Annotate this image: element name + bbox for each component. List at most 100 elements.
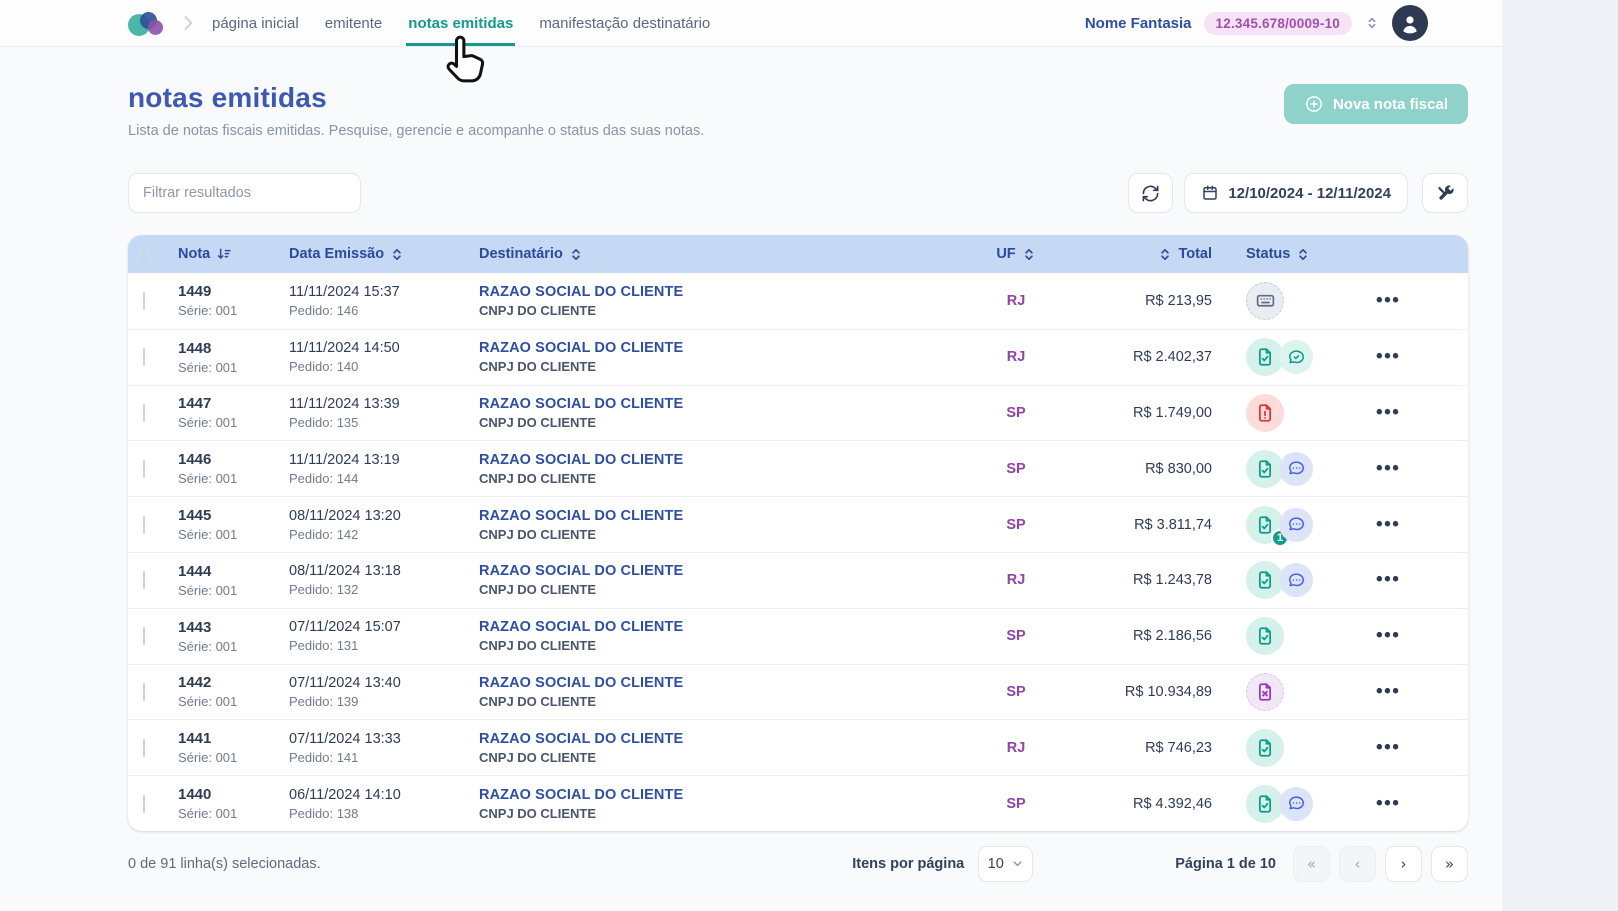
column-header-nota[interactable]: Nota bbox=[178, 246, 289, 262]
next-page-button[interactable]: › bbox=[1385, 845, 1422, 882]
invoice-series: Série: 001 bbox=[178, 527, 238, 543]
row-checkbox[interactable] bbox=[143, 515, 145, 534]
row-actions-button[interactable]: ••• bbox=[1360, 738, 1468, 757]
nav-item-emitente[interactable]: emitente bbox=[325, 2, 383, 45]
row-actions-button[interactable]: ••• bbox=[1360, 626, 1468, 645]
uf-state: RJ bbox=[1006, 349, 1026, 366]
company-switcher-icon[interactable] bbox=[1364, 15, 1380, 31]
row-checkbox[interactable] bbox=[143, 291, 145, 310]
uf-state: SP bbox=[1006, 460, 1026, 477]
chevron-down-icon bbox=[1013, 861, 1022, 867]
refresh-button[interactable] bbox=[1128, 173, 1174, 213]
row-checkbox[interactable] bbox=[143, 627, 145, 646]
row-actions-button[interactable]: ••• bbox=[1360, 515, 1468, 534]
column-header-status[interactable]: Status bbox=[1232, 246, 1360, 262]
issue-datetime: 11/11/2024 14:50 bbox=[289, 340, 400, 357]
column-header-uf[interactable]: UF bbox=[960, 246, 1072, 262]
issue-datetime: 07/11/2024 15:07 bbox=[289, 619, 401, 636]
table-row: 1442 Série: 001 07/11/2024 13:40 Pedido:… bbox=[128, 663, 1468, 720]
row-actions-button[interactable]: ••• bbox=[1360, 291, 1468, 310]
row-checkbox[interactable] bbox=[143, 794, 145, 813]
recipient-name[interactable]: RAZAO SOCIAL DO CLIENTE bbox=[479, 396, 960, 412]
date-range-button[interactable]: 12/10/2024 - 12/11/2024 bbox=[1184, 173, 1408, 213]
table-footer: 0 de 91 linha(s) selecionadas. Itens por… bbox=[128, 844, 1468, 884]
row-actions-button[interactable]: ••• bbox=[1360, 459, 1468, 478]
row-checkbox[interactable] bbox=[143, 571, 145, 590]
row-checkbox[interactable] bbox=[143, 459, 145, 478]
total-amount: R$ 746,23 bbox=[1145, 739, 1212, 756]
recipient-name[interactable]: RAZAO SOCIAL DO CLIENTE bbox=[479, 731, 960, 747]
select-all-checkbox[interactable] bbox=[143, 245, 145, 263]
row-checkbox[interactable] bbox=[143, 403, 145, 422]
status-icons bbox=[1232, 672, 1360, 711]
doc-x-icon[interactable] bbox=[1246, 672, 1284, 711]
recipient-name[interactable]: RAZAO SOCIAL DO CLIENTE bbox=[479, 675, 960, 691]
keyboard-icon[interactable] bbox=[1246, 281, 1284, 320]
chat-dots-icon[interactable] bbox=[1279, 786, 1313, 821]
sort-icon bbox=[1022, 247, 1036, 262]
recipient-name[interactable]: RAZAO SOCIAL DO CLIENTE bbox=[479, 619, 960, 635]
issue-datetime: 07/11/2024 13:40 bbox=[289, 674, 401, 691]
table-row: 1448 Série: 001 11/11/2024 14:50 Pedido:… bbox=[128, 328, 1468, 385]
row-actions-button[interactable]: ••• bbox=[1360, 403, 1468, 422]
row-actions-button[interactable]: ••• bbox=[1360, 570, 1468, 589]
invoice-series: Série: 001 bbox=[178, 582, 238, 598]
column-header-total[interactable]: Total bbox=[1072, 246, 1232, 262]
invoice-series: Série: 001 bbox=[178, 415, 238, 431]
total-amount: R$ 2.186,56 bbox=[1132, 628, 1212, 645]
user-avatar[interactable] bbox=[1392, 5, 1428, 41]
prev-page-button[interactable]: ‹ bbox=[1339, 845, 1376, 882]
nav-item-manifestacao-destinatario[interactable]: manifestação destinatário bbox=[539, 2, 710, 45]
nav-item-notas-emitidas[interactable]: notas emitidas bbox=[406, 2, 516, 46]
invoice-series: Série: 001 bbox=[178, 471, 238, 487]
row-checkbox[interactable] bbox=[143, 738, 145, 757]
recipient-name[interactable]: RAZAO SOCIAL DO CLIENTE bbox=[479, 340, 960, 356]
recipient-name[interactable]: RAZAO SOCIAL DO CLIENTE bbox=[479, 452, 960, 468]
recipient-name[interactable]: RAZAO SOCIAL DO CLIENTE bbox=[479, 563, 960, 579]
order-number: Pedido: 141 bbox=[289, 749, 359, 765]
chat-dots-icon[interactable] bbox=[1279, 451, 1313, 486]
chat-dots-icon[interactable] bbox=[1279, 563, 1313, 598]
nav-item-pagina-inicial[interactable]: página inicial bbox=[212, 2, 299, 45]
recipient-cnpj: CNPJ DO CLIENTE bbox=[479, 414, 597, 430]
recipient-name[interactable]: RAZAO SOCIAL DO CLIENTE bbox=[479, 508, 960, 524]
table-settings-button[interactable] bbox=[1422, 173, 1468, 213]
recipient-cnpj: CNPJ DO CLIENTE bbox=[479, 638, 597, 654]
order-number: Pedido: 132 bbox=[289, 582, 359, 598]
column-header-destinatario[interactable]: Destinatário bbox=[479, 246, 960, 262]
row-actions-button[interactable]: ••• bbox=[1360, 682, 1468, 701]
doc-alert-icon[interactable] bbox=[1246, 393, 1284, 432]
new-invoice-button[interactable]: Nova nota fiscal bbox=[1283, 84, 1468, 124]
filter-input[interactable] bbox=[128, 173, 361, 213]
row-checkbox[interactable] bbox=[143, 348, 145, 367]
uf-state: RJ bbox=[1006, 739, 1026, 756]
company-name[interactable]: Nome Fantasia bbox=[1085, 15, 1192, 32]
doc-check-icon[interactable] bbox=[1246, 728, 1284, 767]
first-page-button[interactable]: « bbox=[1293, 845, 1330, 882]
recipient-name[interactable]: RAZAO SOCIAL DO CLIENTE bbox=[479, 787, 960, 803]
chat-dots-icon[interactable] bbox=[1279, 507, 1313, 542]
recipient-cnpj: CNPJ DO CLIENTE bbox=[479, 526, 597, 542]
total-amount: R$ 2.402,37 bbox=[1132, 349, 1212, 366]
last-page-button[interactable]: » bbox=[1431, 845, 1468, 882]
brand-logo-icon[interactable] bbox=[128, 8, 166, 38]
top-navigation-bar: página inicial emitente notas emitidas m… bbox=[0, 0, 1502, 83]
plus-circle-icon bbox=[1306, 96, 1322, 112]
row-checkbox[interactable] bbox=[143, 682, 145, 701]
sort-icon bbox=[390, 247, 404, 262]
recipient-name[interactable]: RAZAO SOCIAL DO CLIENTE bbox=[479, 284, 960, 300]
invoice-number: 1444 bbox=[178, 562, 212, 580]
invoice-number: 1445 bbox=[178, 507, 212, 525]
column-header-data-emissao[interactable]: Data Emissão bbox=[289, 246, 479, 262]
order-number: Pedido: 144 bbox=[289, 470, 359, 486]
doc-check-icon[interactable] bbox=[1246, 617, 1284, 656]
tools-icon bbox=[1437, 184, 1454, 200]
total-amount: R$ 213,95 bbox=[1145, 292, 1212, 309]
total-amount: R$ 1.243,78 bbox=[1132, 572, 1212, 589]
row-actions-button[interactable]: ••• bbox=[1360, 347, 1468, 366]
main-nav: página inicial emitente notas emitidas m… bbox=[212, 2, 710, 46]
items-per-page-select[interactable]: 10 bbox=[978, 845, 1034, 882]
row-actions-button[interactable]: ••• bbox=[1360, 794, 1468, 813]
company-cnpj-badge[interactable]: 12.345.678/0009-10 bbox=[1203, 11, 1352, 35]
chat-check-icon[interactable] bbox=[1279, 340, 1313, 375]
